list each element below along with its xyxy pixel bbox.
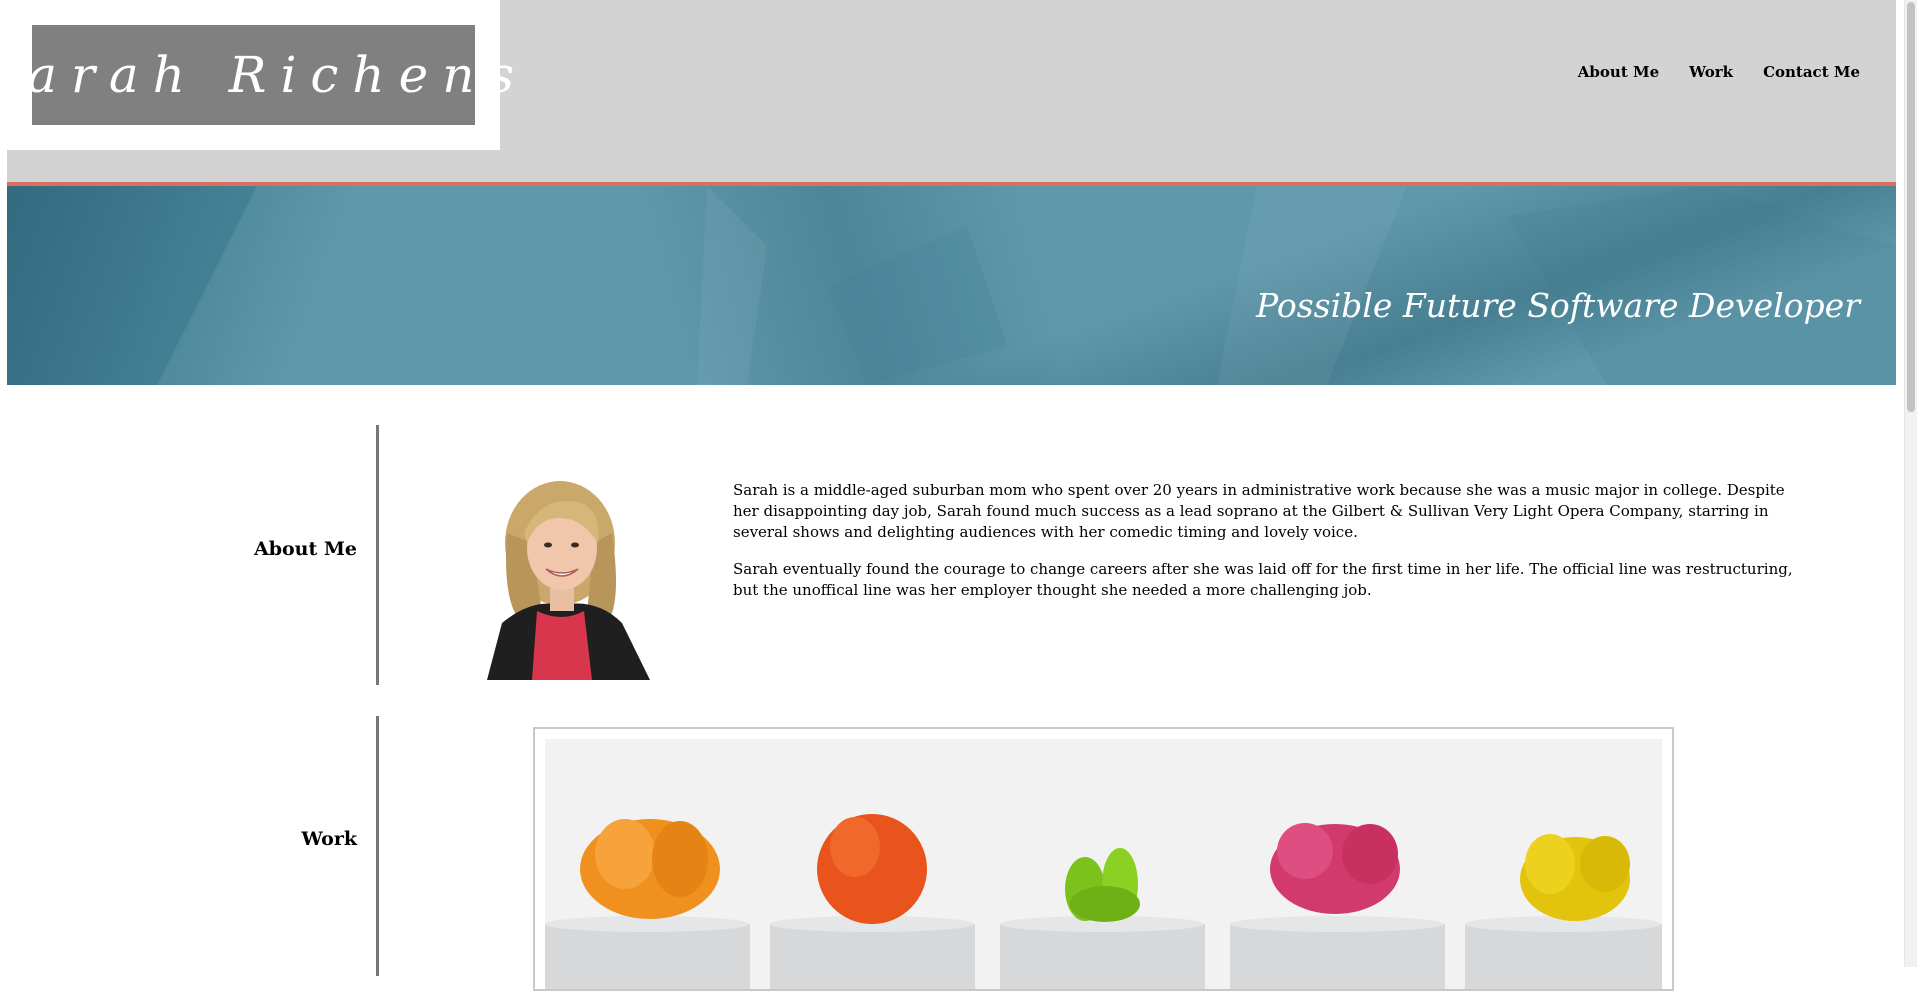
- work-section-divider: [376, 716, 379, 976]
- work-image: [545, 739, 1662, 989]
- work-thumbnail[interactable]: [533, 727, 1674, 991]
- logo-container: Sarah Richens: [0, 0, 514, 150]
- about-text: Sarah is a middle-aged suburban mom who …: [733, 480, 1793, 617]
- work-section-label: Work: [301, 828, 357, 850]
- logo[interactable]: Sarah Richens: [0, 25, 514, 125]
- site-header: Sarah Richens About Me Work Contact Me: [0, 0, 1896, 186]
- about-section-label: About Me: [253, 538, 357, 560]
- profile-photo: [472, 473, 657, 680]
- banner-tagline: Possible Future Software Developer: [1256, 286, 1860, 325]
- scrollbar-thumb[interactable]: [1907, 2, 1915, 412]
- about-paragraph-2: Sarah eventually found the courage to ch…: [733, 560, 1793, 599]
- nav-link-about-me[interactable]: About Me: [1578, 63, 1659, 81]
- about-section-divider: [376, 425, 379, 685]
- nav-link-work[interactable]: Work: [1689, 63, 1733, 81]
- logo-text: Sarah Richens: [0, 46, 529, 104]
- hero-banner: Possible Future Software Developer: [7, 186, 1896, 385]
- nav-link-contact-me[interactable]: Contact Me: [1763, 63, 1860, 81]
- vertical-scrollbar[interactable]: [1904, 0, 1917, 967]
- about-paragraph-1: Sarah is a middle-aged suburban mom who …: [733, 481, 1785, 541]
- main-nav: About Me Work Contact Me: [1578, 63, 1860, 81]
